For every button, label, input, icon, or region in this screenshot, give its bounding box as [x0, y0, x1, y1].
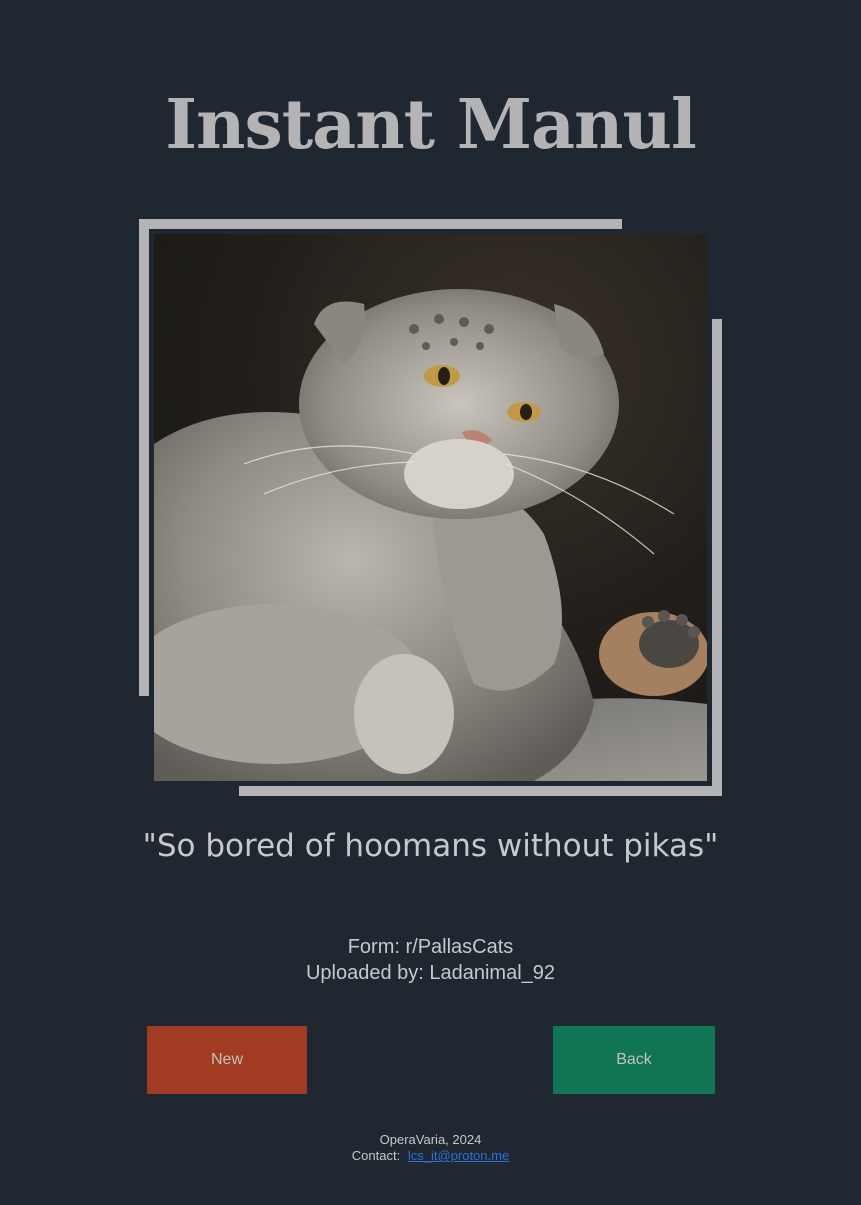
uploader-text: Uploaded by: Ladanimal_92 — [305, 962, 556, 984]
contact-email-link[interactable]: lcs_it@proton.me — [408, 1148, 509, 1163]
manul-photo — [154, 234, 707, 781]
footer-contact: Contact: lcs_it@proton.me — [0, 1148, 861, 1164]
frame-bar-right — [712, 319, 722, 796]
new-button[interactable]: New — [147, 1026, 307, 1094]
photo-meta: Form: r/PallasCats Uploaded by: Ladanima… — [0, 934, 861, 986]
page-title: Instant Manul — [165, 85, 697, 165]
frame-bar-top — [139, 219, 622, 229]
frame-bar-left — [139, 219, 149, 696]
back-button[interactable]: Back — [553, 1026, 715, 1094]
footer-credit: OperaVaria, 2024 — [379, 1132, 482, 1147]
source-text: Form: r/PallasCats — [347, 936, 514, 958]
footer: OperaVaria, 2024 Contact: lcs_it@proton.… — [0, 1132, 861, 1164]
contact-label: Contact: — [351, 1148, 401, 1163]
frame-bar-bottom — [239, 786, 722, 796]
caption-quote: "So bored of hoomans without pikas" — [142, 828, 719, 864]
